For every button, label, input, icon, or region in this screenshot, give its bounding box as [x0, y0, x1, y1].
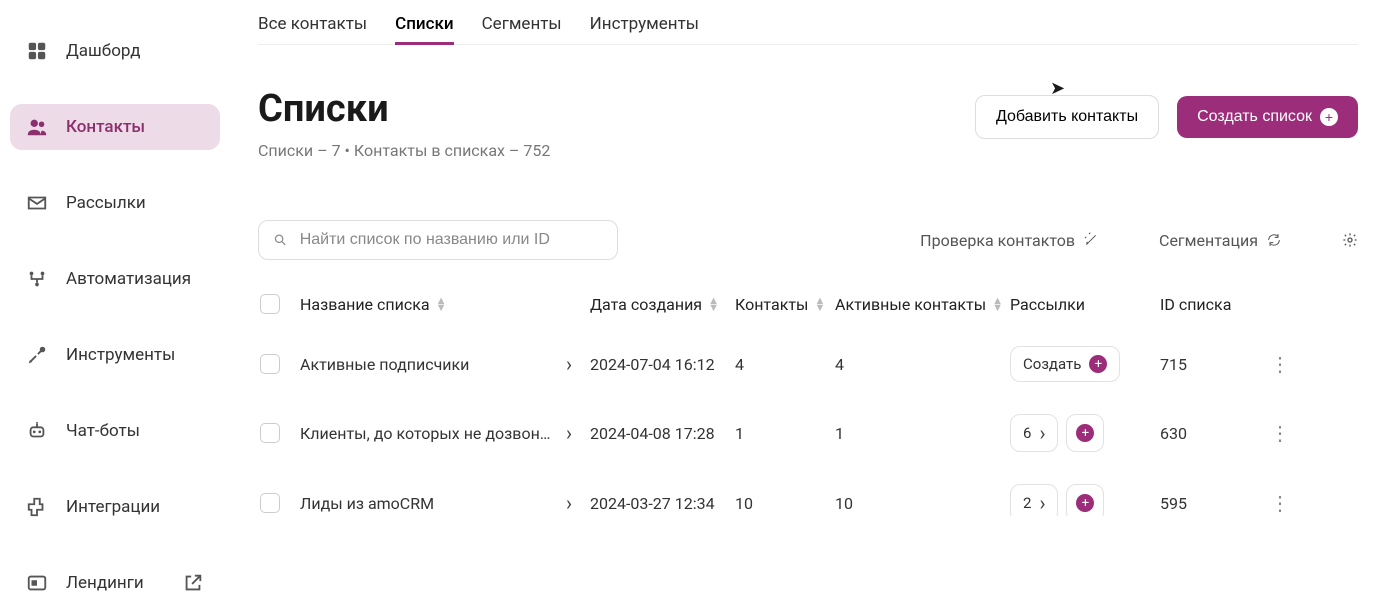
chevron-right-icon: ›	[566, 423, 572, 443]
sort-icon: ▲▼	[814, 297, 825, 311]
page-title: Списки	[258, 87, 550, 131]
segmentation-link[interactable]: Сегментация	[1159, 231, 1282, 250]
sidebar-item-contacts[interactable]: Контакты	[10, 104, 220, 150]
create-list-button[interactable]: Создать список +	[1177, 96, 1358, 138]
page-subtitle: Списки – 7 • Контакты в списках – 752	[258, 141, 550, 160]
row-id: 715	[1160, 355, 1260, 374]
column-active[interactable]: Активные контакты▲▼	[835, 295, 1010, 314]
mailings-count-button[interactable]: 2 ›	[1010, 484, 1058, 516]
row-date: 2024-04-08 17:28	[590, 424, 735, 443]
toolbar: Проверка контактов Сегментация	[258, 220, 1358, 260]
mailings-count-button[interactable]: 6 ›	[1010, 414, 1058, 452]
table-row: Активные подписчики › 2024-07-04 16:12 4…	[258, 330, 1358, 398]
plus-icon: +	[1320, 108, 1338, 126]
people-icon	[26, 116, 48, 138]
tab-lists[interactable]: Списки	[395, 6, 454, 45]
button-label: Создать список	[1197, 108, 1312, 126]
wand-icon	[1083, 232, 1099, 248]
row-name-cell[interactable]: Лиды из amoCRM ›	[300, 493, 590, 513]
plus-icon: +	[1076, 494, 1094, 512]
sidebar: Дашборд Контакты Рассылки Автоматизация …	[0, 0, 230, 516]
sidebar-item-label: Дашборд	[66, 41, 141, 61]
sidebar-item-landings[interactable]: Лендинги	[10, 560, 220, 606]
refresh-icon	[1266, 232, 1282, 248]
row-name-cell[interactable]: Клиенты, до которых не дозвонились ›	[300, 423, 590, 443]
row-active: 10	[835, 494, 1010, 513]
plus-icon: +	[1089, 355, 1107, 373]
plus-icon: +	[1076, 424, 1094, 442]
automation-icon	[26, 268, 48, 290]
create-mailing-button[interactable]: Создать +	[1010, 346, 1120, 382]
select-all-checkbox[interactable]	[260, 294, 280, 314]
sort-icon: ▲▼	[436, 297, 447, 311]
table-row: Клиенты, до которых не дозвонились › 202…	[258, 398, 1358, 468]
column-name[interactable]: Название списка▲▼	[300, 295, 590, 314]
landing-icon	[26, 572, 48, 594]
add-mailing-button[interactable]: +	[1066, 484, 1104, 516]
tabs: Все контакты Списки Сегменты Инструменты	[258, 0, 1358, 45]
integrations-icon	[26, 496, 48, 518]
search-box[interactable]	[258, 220, 618, 260]
bot-icon	[26, 420, 48, 442]
search-icon	[273, 232, 288, 248]
row-checkbox[interactable]	[260, 423, 280, 443]
sidebar-item-label: Рассылки	[66, 193, 146, 213]
column-id: ID списка	[1160, 295, 1260, 314]
row-date: 2024-07-04 16:12	[590, 355, 735, 374]
column-contacts[interactable]: Контакты▲▼	[735, 295, 835, 314]
sidebar-item-tools[interactable]: Инструменты	[10, 332, 220, 378]
row-id: 630	[1160, 424, 1260, 443]
row-menu-button[interactable]: ⋮	[1260, 491, 1290, 515]
tab-segments[interactable]: Сегменты	[482, 6, 562, 45]
mail-icon	[26, 192, 48, 214]
add-mailing-button[interactable]: +	[1066, 414, 1104, 452]
row-date: 2024-03-27 12:34	[590, 494, 735, 513]
settings-button[interactable]	[1342, 232, 1358, 248]
row-active: 4	[835, 355, 1010, 374]
row-name-cell[interactable]: Активные подписчики ›	[300, 354, 590, 374]
chevron-right-icon: ›	[566, 493, 572, 513]
table-header: Название списка▲▼ Дата создания▲▼ Контак…	[258, 278, 1358, 330]
sidebar-item-mailings[interactable]: Рассылки	[10, 180, 220, 226]
row-contacts: 4	[735, 355, 835, 374]
sort-icon: ▲▼	[708, 297, 719, 311]
sidebar-item-chatbots[interactable]: Чат-боты	[10, 408, 220, 454]
sidebar-item-dashboard[interactable]: Дашборд	[10, 28, 220, 74]
sidebar-item-label: Инструменты	[66, 345, 175, 365]
sidebar-item-integrations[interactable]: Интеграции	[10, 484, 220, 530]
column-mailings: Рассылки	[1010, 295, 1160, 314]
sidebar-item-label: Лендинги	[66, 573, 144, 593]
sidebar-item-label: Автоматизация	[66, 269, 191, 289]
chevron-right-icon: ›	[566, 354, 572, 374]
table-row: Лиды из amoCRM › 2024-03-27 12:34 10 10 …	[258, 468, 1358, 516]
sidebar-item-label: Чат-боты	[66, 421, 140, 441]
gear-icon	[1342, 232, 1358, 248]
row-menu-button[interactable]: ⋮	[1260, 352, 1290, 376]
page-header: Списки Списки – 7 • Контакты в списках –…	[258, 87, 1358, 160]
tab-tools[interactable]: Инструменты	[590, 6, 699, 45]
lists-table: Название списка▲▼ Дата создания▲▼ Контак…	[258, 278, 1358, 516]
row-menu-button[interactable]: ⋮	[1260, 421, 1290, 445]
search-input[interactable]	[300, 231, 603, 249]
tools-icon	[26, 344, 48, 366]
sidebar-item-automation[interactable]: Автоматизация	[10, 256, 220, 302]
tab-all-contacts[interactable]: Все контакты	[258, 6, 367, 45]
row-checkbox[interactable]	[260, 354, 280, 374]
dashboard-icon	[26, 40, 48, 62]
sidebar-item-label: Контакты	[66, 117, 145, 137]
main-content: Все контакты Списки Сегменты Инструменты…	[230, 0, 1386, 516]
sidebar-item-label: Интеграции	[66, 497, 160, 517]
external-link-icon	[182, 572, 204, 594]
row-checkbox[interactable]	[260, 493, 280, 513]
chevron-right-icon: ›	[1039, 423, 1045, 443]
row-id: 595	[1160, 494, 1260, 513]
row-contacts: 10	[735, 494, 835, 513]
column-date[interactable]: Дата создания▲▼	[590, 295, 735, 314]
contact-check-link[interactable]: Проверка контактов	[920, 231, 1099, 250]
chevron-right-icon: ›	[1039, 493, 1045, 513]
add-contacts-button[interactable]: Добавить контакты	[975, 95, 1159, 139]
row-contacts: 1	[735, 424, 835, 443]
row-active: 1	[835, 424, 1010, 443]
sort-icon: ▲▼	[992, 297, 1003, 311]
